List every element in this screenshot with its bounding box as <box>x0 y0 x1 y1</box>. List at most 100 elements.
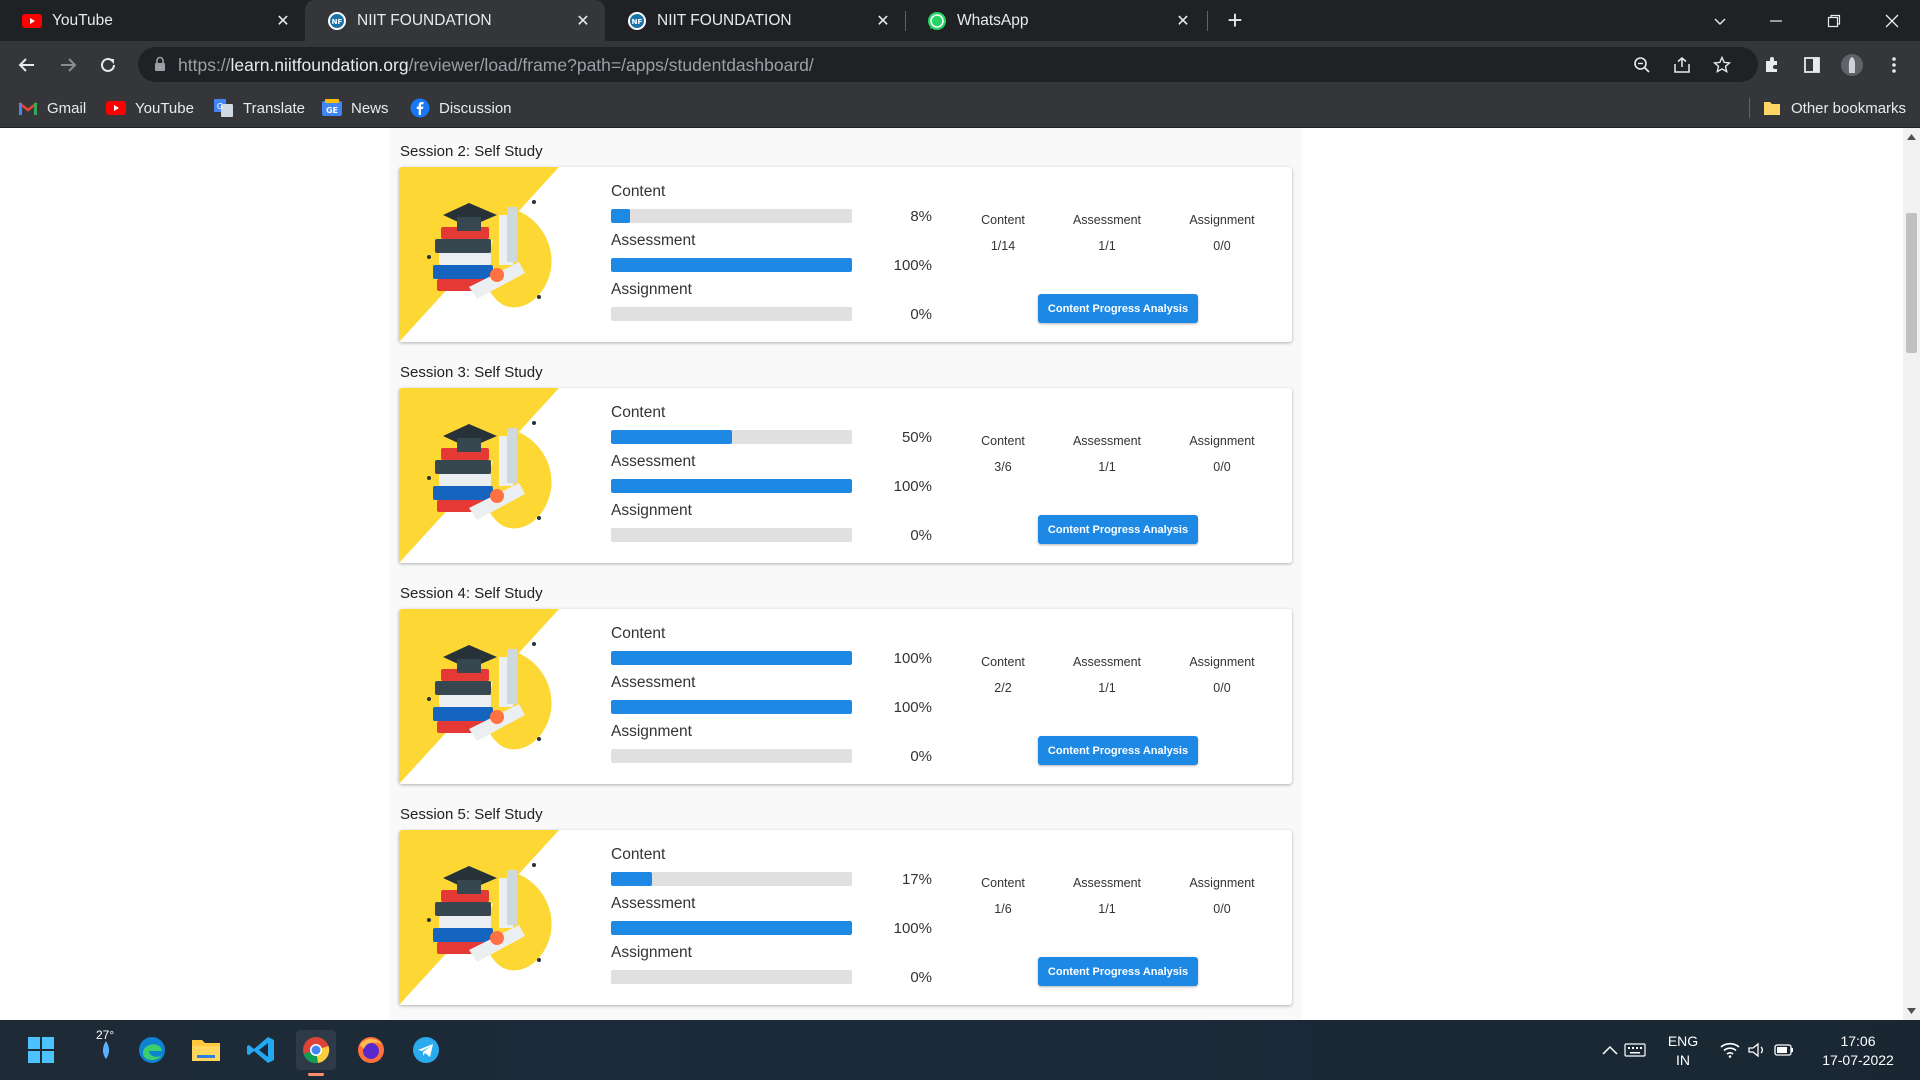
assignment-count-value: 0/0 <box>1213 460 1231 474</box>
share-icon[interactable] <box>1672 55 1692 75</box>
content-progress-bar <box>611 651 852 665</box>
quick-settings-button[interactable] <box>1715 1030 1799 1070</box>
zoom-icon[interactable] <box>1632 55 1652 75</box>
content-progress-label: Content <box>611 846 666 863</box>
tab-whatsapp[interactable]: WhatsApp ✕ <box>905 0 1205 41</box>
windows-logo-icon <box>28 1037 54 1063</box>
other-bookmarks[interactable]: Other bookmarks <box>1762 96 1906 120</box>
close-icon[interactable]: ✕ <box>873 11 893 31</box>
bookmark-translate[interactable]: G Translate <box>214 96 305 120</box>
extensions-button[interactable] <box>1758 51 1786 79</box>
clock-button[interactable]: 17:06 17-07-2022 <box>1808 1032 1908 1070</box>
bookmark-discussion[interactable]: Discussion <box>410 96 512 120</box>
tab-search-button[interactable] <box>1692 0 1748 41</box>
taskbar-chrome[interactable] <box>296 1030 336 1076</box>
assignment-progress-percent: 0% <box>910 969 932 986</box>
bookmark-star-icon[interactable] <box>1712 55 1732 75</box>
session-card: Content 17% Assessment 100% Assignment 0… <box>399 830 1292 1005</box>
content-progress-bar <box>611 209 852 223</box>
bookmark-youtube[interactable]: YouTube <box>106 96 194 120</box>
scroll-down-icon[interactable] <box>1907 1008 1916 1014</box>
close-window-button[interactable] <box>1864 0 1920 41</box>
assessment-progress-label: Assessment <box>611 895 696 912</box>
assignment-count-heading: Assignment <box>1189 655 1255 669</box>
new-tab-button[interactable]: + <box>1222 7 1248 34</box>
clock-date: 17-07-2022 <box>1822 1052 1894 1068</box>
tab-youtube[interactable]: YouTube ✕ <box>0 0 305 41</box>
clock-time: 17:06 <box>1840 1033 1876 1049</box>
weather-temperature: 27° <box>96 1028 115 1042</box>
content-progress-fill <box>611 872 652 886</box>
course-thumbnail-image <box>399 167 559 342</box>
assessment-progress-label: Assessment <box>611 453 696 470</box>
content-count-value: 2/2 <box>994 681 1012 695</box>
tab-title: YouTube <box>52 11 113 29</box>
assessment-progress-percent: 100% <box>893 699 932 716</box>
reload-button[interactable] <box>94 51 122 79</box>
bookmark-label: News <box>351 99 389 117</box>
start-button[interactable] <box>21 1030 61 1070</box>
address-bar[interactable]: https://learn.niitfoundation.org/reviewe… <box>138 47 1758 82</box>
vertical-scrollbar[interactable] <box>1903 128 1920 1020</box>
other-bookmarks-label: Other bookmarks <box>1791 99 1907 117</box>
content-progress-analysis-button[interactable]: Content Progress Analysis <box>1038 294 1198 323</box>
browser-toolbar: https://learn.niitfoundation.org/reviewe… <box>0 41 1920 88</box>
svg-text:G: G <box>217 102 223 111</box>
taskbar-file-explorer[interactable] <box>186 1030 226 1070</box>
telegram-icon <box>413 1037 439 1063</box>
taskbar-edge[interactable] <box>132 1030 172 1070</box>
taskbar-vscode[interactable] <box>241 1030 281 1070</box>
taskbar-firefox[interactable] <box>351 1030 391 1070</box>
gmail-icon <box>18 99 38 117</box>
close-icon[interactable]: ✕ <box>573 11 593 31</box>
close-icon[interactable]: ✕ <box>273 11 293 31</box>
svg-text:NF: NF <box>332 18 343 26</box>
avatar <box>1841 54 1863 76</box>
minimize-icon <box>1770 19 1782 22</box>
content-progress-analysis-button[interactable]: Content Progress Analysis <box>1038 515 1198 544</box>
kebab-menu-icon <box>1892 57 1896 73</box>
assessment-progress-percent: 100% <box>893 920 932 937</box>
bookmark-news[interactable]: GE News <box>322 96 389 120</box>
assessment-count-heading: Assessment <box>1072 213 1142 227</box>
chevron-down-icon <box>1714 18 1726 25</box>
content-progress-label: Content <box>611 625 666 642</box>
taskbar-telegram[interactable] <box>406 1030 446 1070</box>
course-thumbnail-image <box>399 830 559 1005</box>
touch-keyboard-button[interactable] <box>1615 1030 1655 1070</box>
bookmark-gmail[interactable]: Gmail <box>18 96 86 120</box>
tab-niit-foundation[interactable]: NF NIIT FOUNDATION ✕ <box>605 0 905 41</box>
input-language-indicator[interactable]: ENG IN <box>1658 1032 1708 1070</box>
weather-widget[interactable]: 27° <box>86 1028 126 1070</box>
content-progress-analysis-button[interactable]: Content Progress Analysis <box>1038 736 1198 765</box>
restore-button[interactable] <box>1806 0 1862 41</box>
url-path: /reviewer/load/frame?path=/apps/studentd… <box>408 55 814 75</box>
reload-icon <box>101 57 115 72</box>
session-card: Content 100% Assessment 100% Assignment … <box>399 609 1292 784</box>
close-icon[interactable]: ✕ <box>1173 11 1193 31</box>
scrollbar-thumb[interactable] <box>1906 213 1917 353</box>
content-progress-analysis-button[interactable]: Content Progress Analysis <box>1038 957 1198 986</box>
assignment-progress-bar <box>611 528 852 542</box>
region-code: IN <box>1676 1052 1690 1068</box>
lock-icon[interactable] <box>154 56 166 77</box>
tab-niit-foundation-active[interactable]: NF NIIT FOUNDATION ✕ <box>305 0 605 41</box>
content-count-heading: Content <box>981 213 1025 227</box>
assessment-count-value: 1/1 <box>1098 239 1116 253</box>
assessment-count-heading: Assessment <box>1072 655 1142 669</box>
back-button[interactable] <box>13 51 41 79</box>
tab-strip: YouTube ✕ NF NIIT FOUNDATION ✕ NF NIIT F… <box>0 0 1920 41</box>
forward-button[interactable] <box>54 51 82 79</box>
scroll-up-icon[interactable] <box>1907 134 1916 140</box>
url-domain: learn.niitfoundation.org <box>230 55 409 75</box>
translate-icon: G <box>214 99 234 117</box>
assessment-count-value: 1/1 <box>1098 460 1116 474</box>
minimize-button[interactable] <box>1748 0 1804 41</box>
keyboard-icon <box>1624 1043 1646 1057</box>
profile-button[interactable] <box>1838 51 1866 79</box>
assessment-progress-bar <box>611 921 852 935</box>
side-panel-button[interactable] <box>1798 51 1826 79</box>
bookmark-label: Gmail <box>47 99 87 117</box>
content-count-value: 1/14 <box>990 239 1016 253</box>
menu-button[interactable] <box>1880 51 1908 79</box>
